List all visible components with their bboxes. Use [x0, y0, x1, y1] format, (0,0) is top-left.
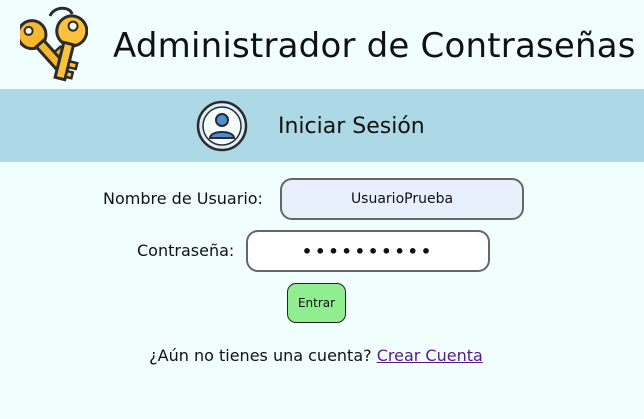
keys-icon — [20, 6, 88, 82]
create-account-link[interactable]: Crear Cuenta — [377, 346, 483, 365]
username-label: Nombre de Usuario: — [103, 189, 263, 208]
signup-prompt-line: ¿Aún no tienes una cuenta? Crear Cuenta — [0, 345, 632, 367]
username-input[interactable] — [280, 178, 524, 220]
login-banner: Iniciar Sesión — [0, 89, 644, 162]
app-header: Administrador de Contraseñas — [0, 0, 644, 88]
signup-prompt: ¿Aún no tienes una cuenta? — [149, 346, 372, 365]
user-avatar-icon — [196, 100, 248, 152]
login-button[interactable]: Entrar — [287, 283, 346, 323]
password-label: Contraseña: — [137, 241, 235, 260]
password-input[interactable] — [246, 230, 490, 272]
app-title: Administrador de Contraseñas — [113, 26, 636, 66]
login-heading: Iniciar Sesión — [278, 114, 425, 139]
